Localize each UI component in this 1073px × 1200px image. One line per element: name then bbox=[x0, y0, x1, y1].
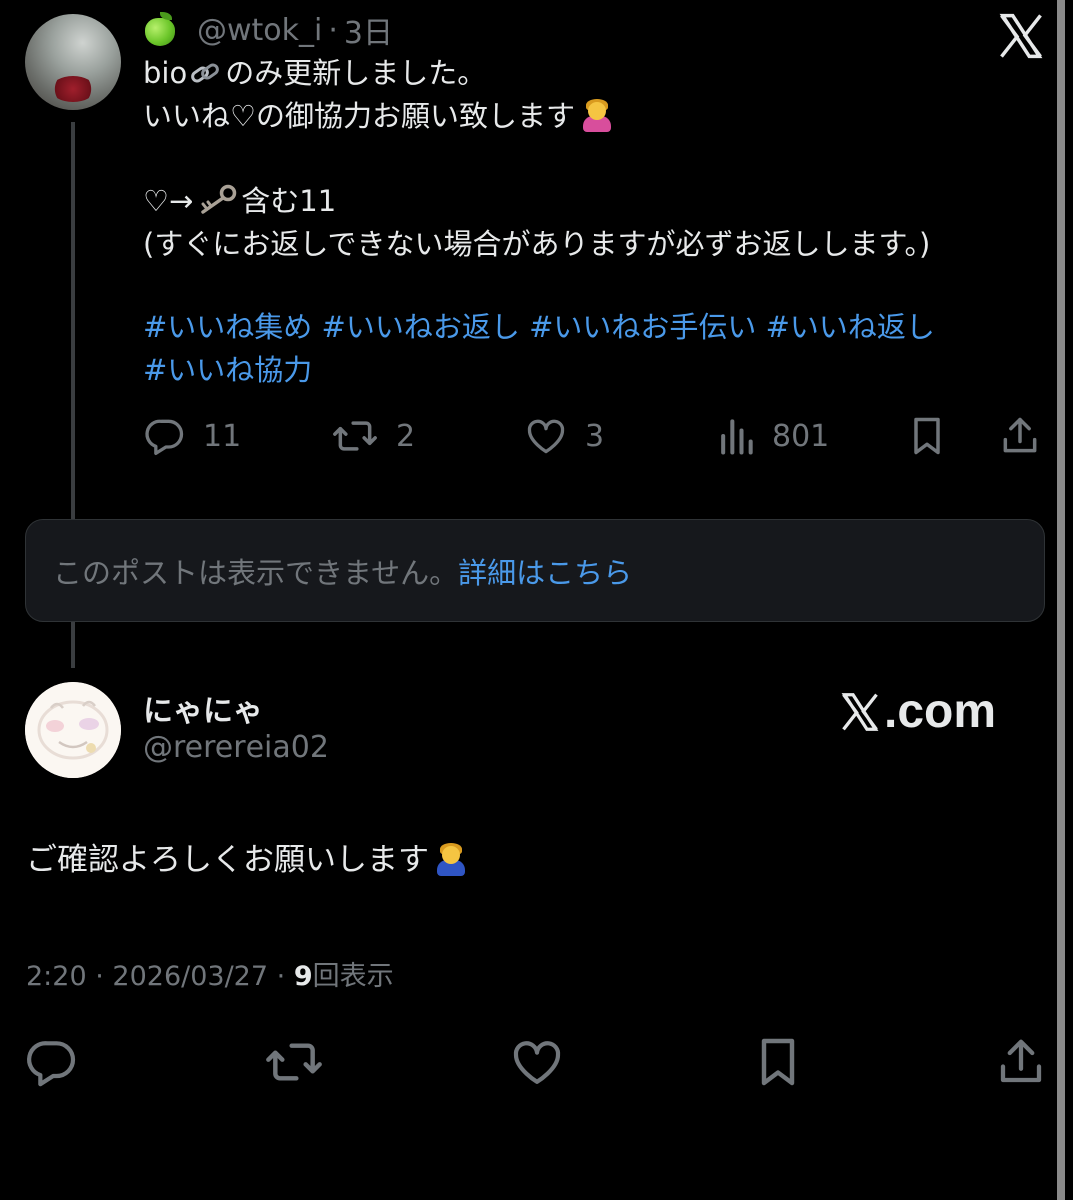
view-count: 9 bbox=[293, 961, 313, 992]
view-count: 801 bbox=[772, 418, 830, 454]
avatar-nyanya[interactable] bbox=[25, 682, 121, 778]
post-actions: 11 2 3 801 bbox=[0, 410, 1073, 462]
text-note: (すぐにお返しできない場合がありますが必ずお返しします。) bbox=[143, 227, 931, 261]
hashtag-block: #いいね集め #いいねお返し #いいねお手伝い #いいね返し #いいね協力 bbox=[143, 306, 1043, 392]
notice-text: このポストは表示できません。 bbox=[53, 555, 459, 590]
like-count: 3 bbox=[585, 418, 605, 454]
post-actions bbox=[0, 1032, 1073, 1092]
repost-icon bbox=[333, 421, 377, 451]
key-icon bbox=[201, 184, 237, 214]
post-header: @wtok_i · 3日 bbox=[143, 8, 393, 52]
post-time[interactable]: 3日 bbox=[344, 8, 393, 52]
text-request: いいね♡の御協力お願い致します bbox=[143, 99, 575, 133]
bowing-person-emoji-icon bbox=[433, 840, 469, 876]
reply-count: 11 bbox=[203, 418, 242, 454]
repost-icon bbox=[266, 1043, 322, 1081]
meta-separator: · bbox=[276, 961, 286, 992]
post-line-4: (すぐにお返しできない場合がありますが必ずお返しします。) bbox=[143, 223, 1043, 266]
post-date[interactable]: 2026/03/27 bbox=[112, 961, 268, 992]
bookmark-icon bbox=[761, 1038, 795, 1086]
text-bio: bio bbox=[143, 56, 188, 90]
scrollbar[interactable] bbox=[1057, 0, 1065, 1200]
reply-icon bbox=[145, 419, 184, 456]
repost-button[interactable] bbox=[263, 1032, 325, 1092]
share-button[interactable] bbox=[997, 410, 1043, 462]
share-button[interactable] bbox=[994, 1032, 1048, 1092]
x-com-watermark: .com bbox=[838, 684, 996, 739]
hashtag-link[interactable]: #いいね返し bbox=[766, 310, 935, 344]
watermark-text: .com bbox=[884, 685, 997, 738]
heart-icon bbox=[513, 1041, 561, 1084]
hashtag-link[interactable]: #いいねお手伝い bbox=[529, 310, 756, 344]
repost-count: 2 bbox=[396, 418, 416, 454]
post-line-2: いいね♡の御協力お願い致します bbox=[143, 95, 1043, 138]
text-includes-11: 含む11 bbox=[241, 184, 337, 218]
unavailable-post-notice: このポストは表示できません。 詳細はこちら bbox=[25, 519, 1045, 622]
views-button[interactable]: 801 bbox=[716, 410, 829, 462]
reply-button[interactable] bbox=[24, 1032, 80, 1092]
post-time[interactable]: 2:20 bbox=[26, 961, 87, 992]
post-body: ご確認よろしくお願いします bbox=[26, 838, 469, 882]
bookmark-button[interactable] bbox=[905, 410, 949, 462]
analytics-icon bbox=[721, 419, 753, 455]
post-line-3: ♡→ 含む11 bbox=[143, 180, 1043, 223]
like-button[interactable] bbox=[508, 1032, 566, 1092]
repost-button[interactable]: 2 bbox=[330, 410, 415, 462]
link-icon bbox=[191, 63, 220, 83]
bookmark-icon bbox=[914, 417, 940, 455]
post-line-1: bio のみ更新しました。 bbox=[143, 52, 1043, 95]
views-label: 回表示 bbox=[312, 961, 394, 992]
reply-icon bbox=[27, 1041, 76, 1087]
bowing-person-emoji-icon bbox=[579, 96, 615, 132]
like-button[interactable]: 3 bbox=[523, 410, 604, 462]
author-handle[interactable]: @rererеia02 bbox=[143, 730, 329, 765]
apple-emoji-icon bbox=[143, 12, 179, 48]
post-text: ご確認よろしくお願いします bbox=[26, 842, 429, 878]
reply-button[interactable]: 11 bbox=[143, 410, 241, 462]
author-display-name[interactable]: にゃにゃ bbox=[143, 686, 263, 730]
heart-icon bbox=[527, 419, 565, 454]
avatar-flowers bbox=[51, 76, 95, 102]
hamster-avatar-art bbox=[25, 682, 121, 778]
hashtag-link[interactable]: #いいねお返し bbox=[322, 310, 520, 344]
post-meta: 2:20 · 2026/03/27 · 9回表示 bbox=[26, 954, 394, 993]
x-logo-icon bbox=[841, 692, 879, 731]
text-updated: のみ更新しました。 bbox=[225, 56, 487, 90]
hashtag-link[interactable]: #いいね協力 bbox=[143, 353, 312, 387]
header-separator: · bbox=[328, 12, 338, 48]
share-icon bbox=[1000, 1039, 1042, 1083]
avatar-wtok[interactable] bbox=[25, 14, 121, 110]
learn-more-link[interactable]: 詳細はこちら bbox=[458, 550, 632, 592]
meta-separator: · bbox=[95, 961, 104, 992]
share-icon bbox=[1003, 417, 1037, 453]
author-handle[interactable]: @wtok_i bbox=[197, 13, 322, 48]
thread-line bbox=[71, 622, 75, 668]
bookmark-button[interactable] bbox=[750, 1032, 806, 1092]
text-heart-arrow: ♡→ bbox=[143, 184, 194, 218]
post-body: bio のみ更新しました。 いいね♡の御協力お願い致します ♡→ 含む11 (す… bbox=[143, 52, 1043, 266]
hashtag-link[interactable]: #いいね集め bbox=[143, 310, 312, 344]
